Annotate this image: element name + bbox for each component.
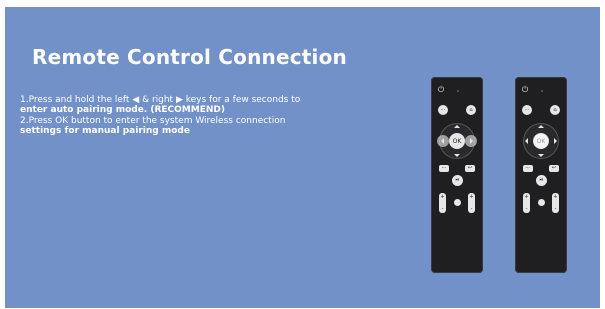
power-icon: ⏻ <box>437 85 445 94</box>
instruction-text-1b: & right <box>139 95 176 105</box>
instruction-text-1a: 1.Press and hold the left <box>20 95 133 105</box>
volume-icon: ⋯ <box>439 165 449 172</box>
right-triangle-icon: ▶ <box>175 95 183 105</box>
volume-rocker: + - <box>523 193 530 213</box>
manual-pairing-note: settings for manual pairing mode <box>20 126 190 137</box>
left-arrow-icon <box>441 138 444 144</box>
left-arrow-icon <box>525 138 528 144</box>
home-icon: ⌂ <box>466 105 476 115</box>
channel-rocker: + - <box>468 193 475 213</box>
back-icon: ↩ <box>549 165 559 172</box>
instruction-text-1c: keys for a few seconds to <box>182 95 301 105</box>
play-pause-icon: ⏯ <box>452 175 463 186</box>
remote-control-image-left-right: ⏻ ⋯ ⌂ OK ⋯ ↩ ⏯ + - + - <box>431 77 483 273</box>
menu-icon: ⋯ <box>522 105 532 115</box>
dpad: OK <box>523 123 559 159</box>
page-title: Remote Control Connection <box>32 45 347 69</box>
instruction-line-1: 1.Press and hold the left ◀ & right ▶ ke… <box>20 95 380 105</box>
down-arrow-icon <box>454 154 460 157</box>
home-icon: ⌂ <box>550 105 560 115</box>
volume-rocker: + - <box>439 193 446 213</box>
up-arrow-icon <box>454 125 460 128</box>
volume-icon: ⋯ <box>523 165 533 172</box>
ok-button-label: OK <box>449 133 465 149</box>
content-panel: Remote Control Connection 1.Press and ho… <box>5 7 600 308</box>
right-arrow-icon <box>554 138 557 144</box>
pairing-instructions: 1.Press and hold the left ◀ & right ▶ ke… <box>20 95 380 137</box>
menu-icon: ⋯ <box>438 105 448 115</box>
down-arrow-icon <box>538 154 544 157</box>
mute-icon <box>454 199 461 206</box>
back-icon: ↩ <box>465 165 475 172</box>
instruction-line-2: enter auto pairing mode. (RECOMMEND) <box>20 105 380 115</box>
instruction-line-4: settings for manual pairing mode <box>20 126 380 136</box>
right-arrow-icon <box>470 138 473 144</box>
mute-icon <box>538 199 545 206</box>
channel-rocker: + - <box>552 193 559 213</box>
auto-pairing-note: enter auto pairing mode. (RECOMMEND) <box>20 105 225 116</box>
instruction-line-3: 2.Press OK button to enter the system Wi… <box>20 115 286 126</box>
dpad: OK <box>437 123 477 159</box>
up-arrow-icon <box>538 125 544 128</box>
indicator-light <box>457 90 459 92</box>
remote-control-image-ok: ⏻ ⋯ ⌂ OK ⋯ ↩ ⏯ +- +- <box>515 77 567 273</box>
indicator-light <box>541 90 543 92</box>
play-pause-icon: ⏯ <box>536 175 547 186</box>
ok-key-highlight <box>534 134 548 148</box>
power-icon: ⏻ <box>521 85 529 94</box>
